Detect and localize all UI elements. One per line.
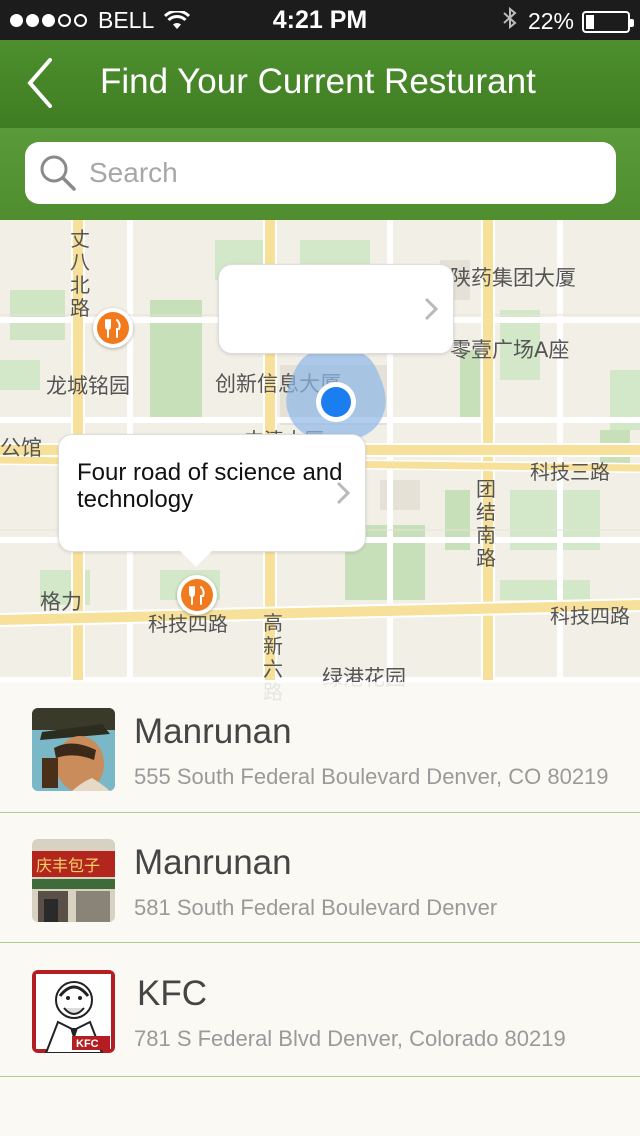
map-label-keji3: 科技三路 <box>530 460 610 484</box>
status-bar: BELL 4:21 PM 22% <box>0 0 640 40</box>
map-label-keji4-right: 科技四路 <box>550 604 630 628</box>
map-label-lingyi: 零壹广场A座 <box>450 338 570 362</box>
back-button[interactable] <box>18 56 68 110</box>
list-item[interactable]: 庆丰包子 Manrunan 581 South Federal Boulevar… <box>0 813 640 943</box>
search-bar-container <box>0 128 640 220</box>
map-label-tuanjie: 团结南路 <box>476 477 496 570</box>
list-item[interactable]: KFC KFC 781 S Federal Blvd Denver, Color… <box>0 944 640 1077</box>
chevron-right-icon <box>424 297 439 321</box>
restaurant-thumbnail: 庆丰包子 <box>32 839 115 922</box>
map-label-geli: 格力 <box>40 590 82 614</box>
svg-text:庆丰包子: 庆丰包子 <box>36 856 100 875</box>
restaurant-address: 781 S Federal Blvd Denver, Colorado 8021… <box>134 1026 566 1051</box>
search-icon <box>40 155 76 191</box>
search-input[interactable] <box>89 152 589 194</box>
restaurant-pin-selected[interactable] <box>177 575 217 615</box>
chevron-right-icon <box>336 481 351 505</box>
bluetooth-icon <box>502 6 518 37</box>
restaurant-pin[interactable] <box>93 308 133 348</box>
svg-text:KFC: KFC <box>76 1038 99 1050</box>
search-box[interactable] <box>25 142 616 204</box>
map-label-shaanyao: 陕药集团大厦 <box>450 266 576 290</box>
battery-percent: 22% <box>527 8 574 34</box>
map-callout-main[interactable]: Four road of science and technology <box>58 434 366 552</box>
map-callout-main-text: Four road of science and technology <box>77 459 343 513</box>
page-title: Find Your Current Resturant <box>100 62 536 101</box>
restaurant-list: Manrunan 555 South Federal Boulevard Den… <box>0 682 640 1136</box>
restaurant-address: 581 South Federal Boulevard Denver <box>134 895 498 920</box>
list-item[interactable]: Manrunan 555 South Federal Boulevard Den… <box>0 682 640 813</box>
map-callout-tail <box>180 551 212 567</box>
restaurant-name: Manrunan <box>134 843 292 882</box>
restaurant-thumbnail <box>32 708 115 791</box>
kfc-logo: KFC <box>32 970 115 1053</box>
map-label-longcheng: 龙城铭园 <box>46 374 130 398</box>
restaurant-fork-knife-icon <box>189 586 205 605</box>
battery-icon <box>582 10 634 33</box>
restaurant-fork-knife-icon <box>105 319 121 338</box>
chevron-left-icon <box>27 58 52 108</box>
restaurant-address: 555 South Federal Boulevard Denver, CO 8… <box>134 764 609 789</box>
restaurant-name: KFC <box>137 974 207 1013</box>
map-label-gongguan: 公馆 <box>0 436 42 460</box>
map-callout-top[interactable] <box>218 264 454 354</box>
restaurant-name: Manrunan <box>134 712 292 751</box>
map-label-road: 丈八北路 <box>70 227 90 320</box>
nav-bar: Find Your Current Resturant <box>0 40 640 128</box>
